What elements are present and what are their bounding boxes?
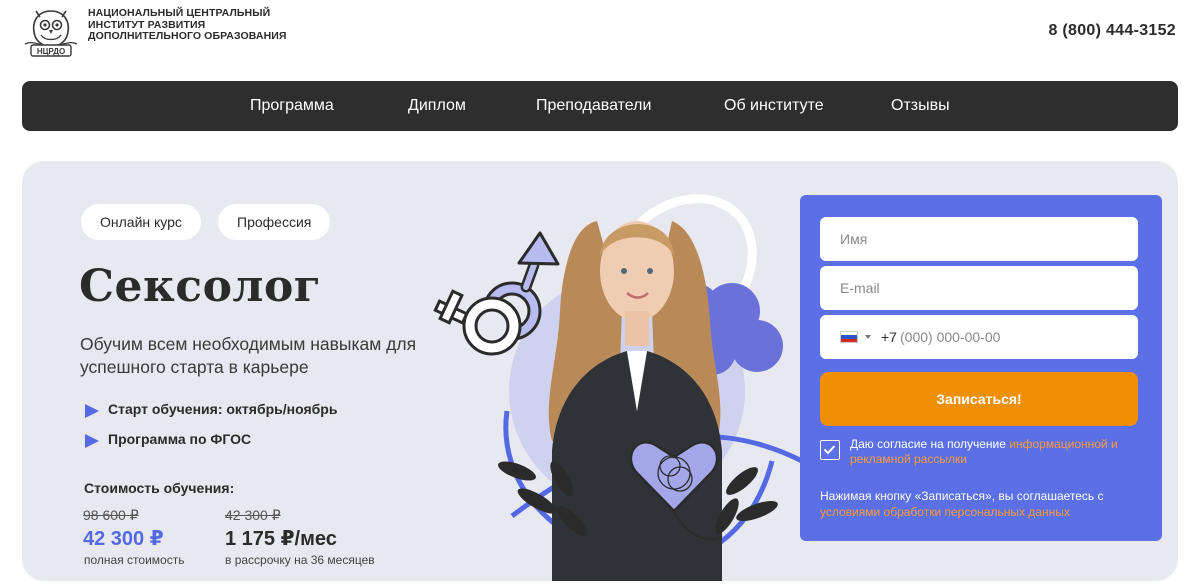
consent-prefix: Даю согласие на получение bbox=[850, 437, 1010, 451]
chip-profession[interactable]: Профессия bbox=[218, 204, 331, 240]
nav-item-about[interactable]: Об институте bbox=[724, 97, 824, 115]
disclaimer-prefix: Нажимая кнопку «Записаться», вы соглашае… bbox=[820, 489, 1104, 503]
country-code: +7 bbox=[881, 329, 897, 345]
privacy-policy-link[interactable]: условиями обработки персональных данных bbox=[820, 505, 1070, 519]
phone-input[interactable] bbox=[900, 327, 1120, 347]
price-installment: 1 175 ₽/мес bbox=[225, 528, 337, 550]
bullet-text: Старт обучения: октябрь/ноябрь bbox=[108, 401, 338, 417]
russia-flag-icon[interactable] bbox=[840, 331, 858, 343]
nav-item-reviews[interactable]: Отзывы bbox=[891, 97, 950, 115]
main-nav: Программа Диплом Преподаватели Об инстит… bbox=[22, 81, 1178, 131]
signup-form: +7 Записаться! Даю согласие на получение… bbox=[800, 195, 1162, 541]
nav-item-diploma[interactable]: Диплом bbox=[408, 97, 466, 115]
play-triangle-icon bbox=[85, 404, 99, 418]
old-price-full: 98 600 ₽ bbox=[83, 507, 139, 523]
nav-item-teachers[interactable]: Преподаватели bbox=[536, 97, 651, 115]
consent-text: Даю согласие на получение информационной… bbox=[850, 437, 1150, 467]
chevron-down-icon[interactable] bbox=[865, 335, 871, 339]
hero-section: Онлайн курс Профессия Сексолог Обучим вс… bbox=[22, 161, 1178, 581]
bullet-text: Программа по ФГОС bbox=[108, 431, 252, 447]
chip-online-course[interactable]: Онлайн курс bbox=[81, 204, 201, 240]
consent-checkbox[interactable] bbox=[820, 440, 840, 460]
price-installment-note: в рассрочку на 36 месяцев bbox=[225, 553, 375, 567]
old-price-installment: 42 300 ₽ bbox=[225, 507, 281, 523]
price-full: 42 300 ₽ bbox=[83, 528, 164, 550]
play-triangle-icon bbox=[85, 434, 99, 448]
page-title: Сексолог bbox=[79, 261, 322, 312]
checkmark-icon bbox=[823, 445, 836, 455]
phone-number[interactable]: 8 (800) 444-3152 bbox=[1048, 22, 1176, 40]
name-field[interactable] bbox=[820, 217, 1138, 261]
org-name: НАЦИОНАЛЬНЫЙ ЦЕНТРАЛЬНЫЙ ИНСТИТУТ РАЗВИТ… bbox=[88, 7, 287, 42]
hero-illustration bbox=[433, 194, 804, 581]
nav-item-program[interactable]: Программа bbox=[250, 97, 334, 115]
price-full-note: полная стоимость bbox=[84, 553, 185, 567]
logo-text: НЦРДО bbox=[37, 47, 65, 56]
institute-logo[interactable]: НЦРДО bbox=[22, 8, 80, 58]
email-field[interactable] bbox=[820, 266, 1138, 310]
cost-label: Стоимость обучения: bbox=[84, 480, 235, 496]
signup-button[interactable]: Записаться! bbox=[820, 372, 1138, 426]
phone-field: +7 bbox=[820, 315, 1138, 359]
disclaimer-text: Нажимая кнопку «Записаться», вы соглашае… bbox=[820, 488, 1150, 520]
hero-subtitle: Обучим всем необходимым навыкам для успе… bbox=[80, 334, 417, 377]
